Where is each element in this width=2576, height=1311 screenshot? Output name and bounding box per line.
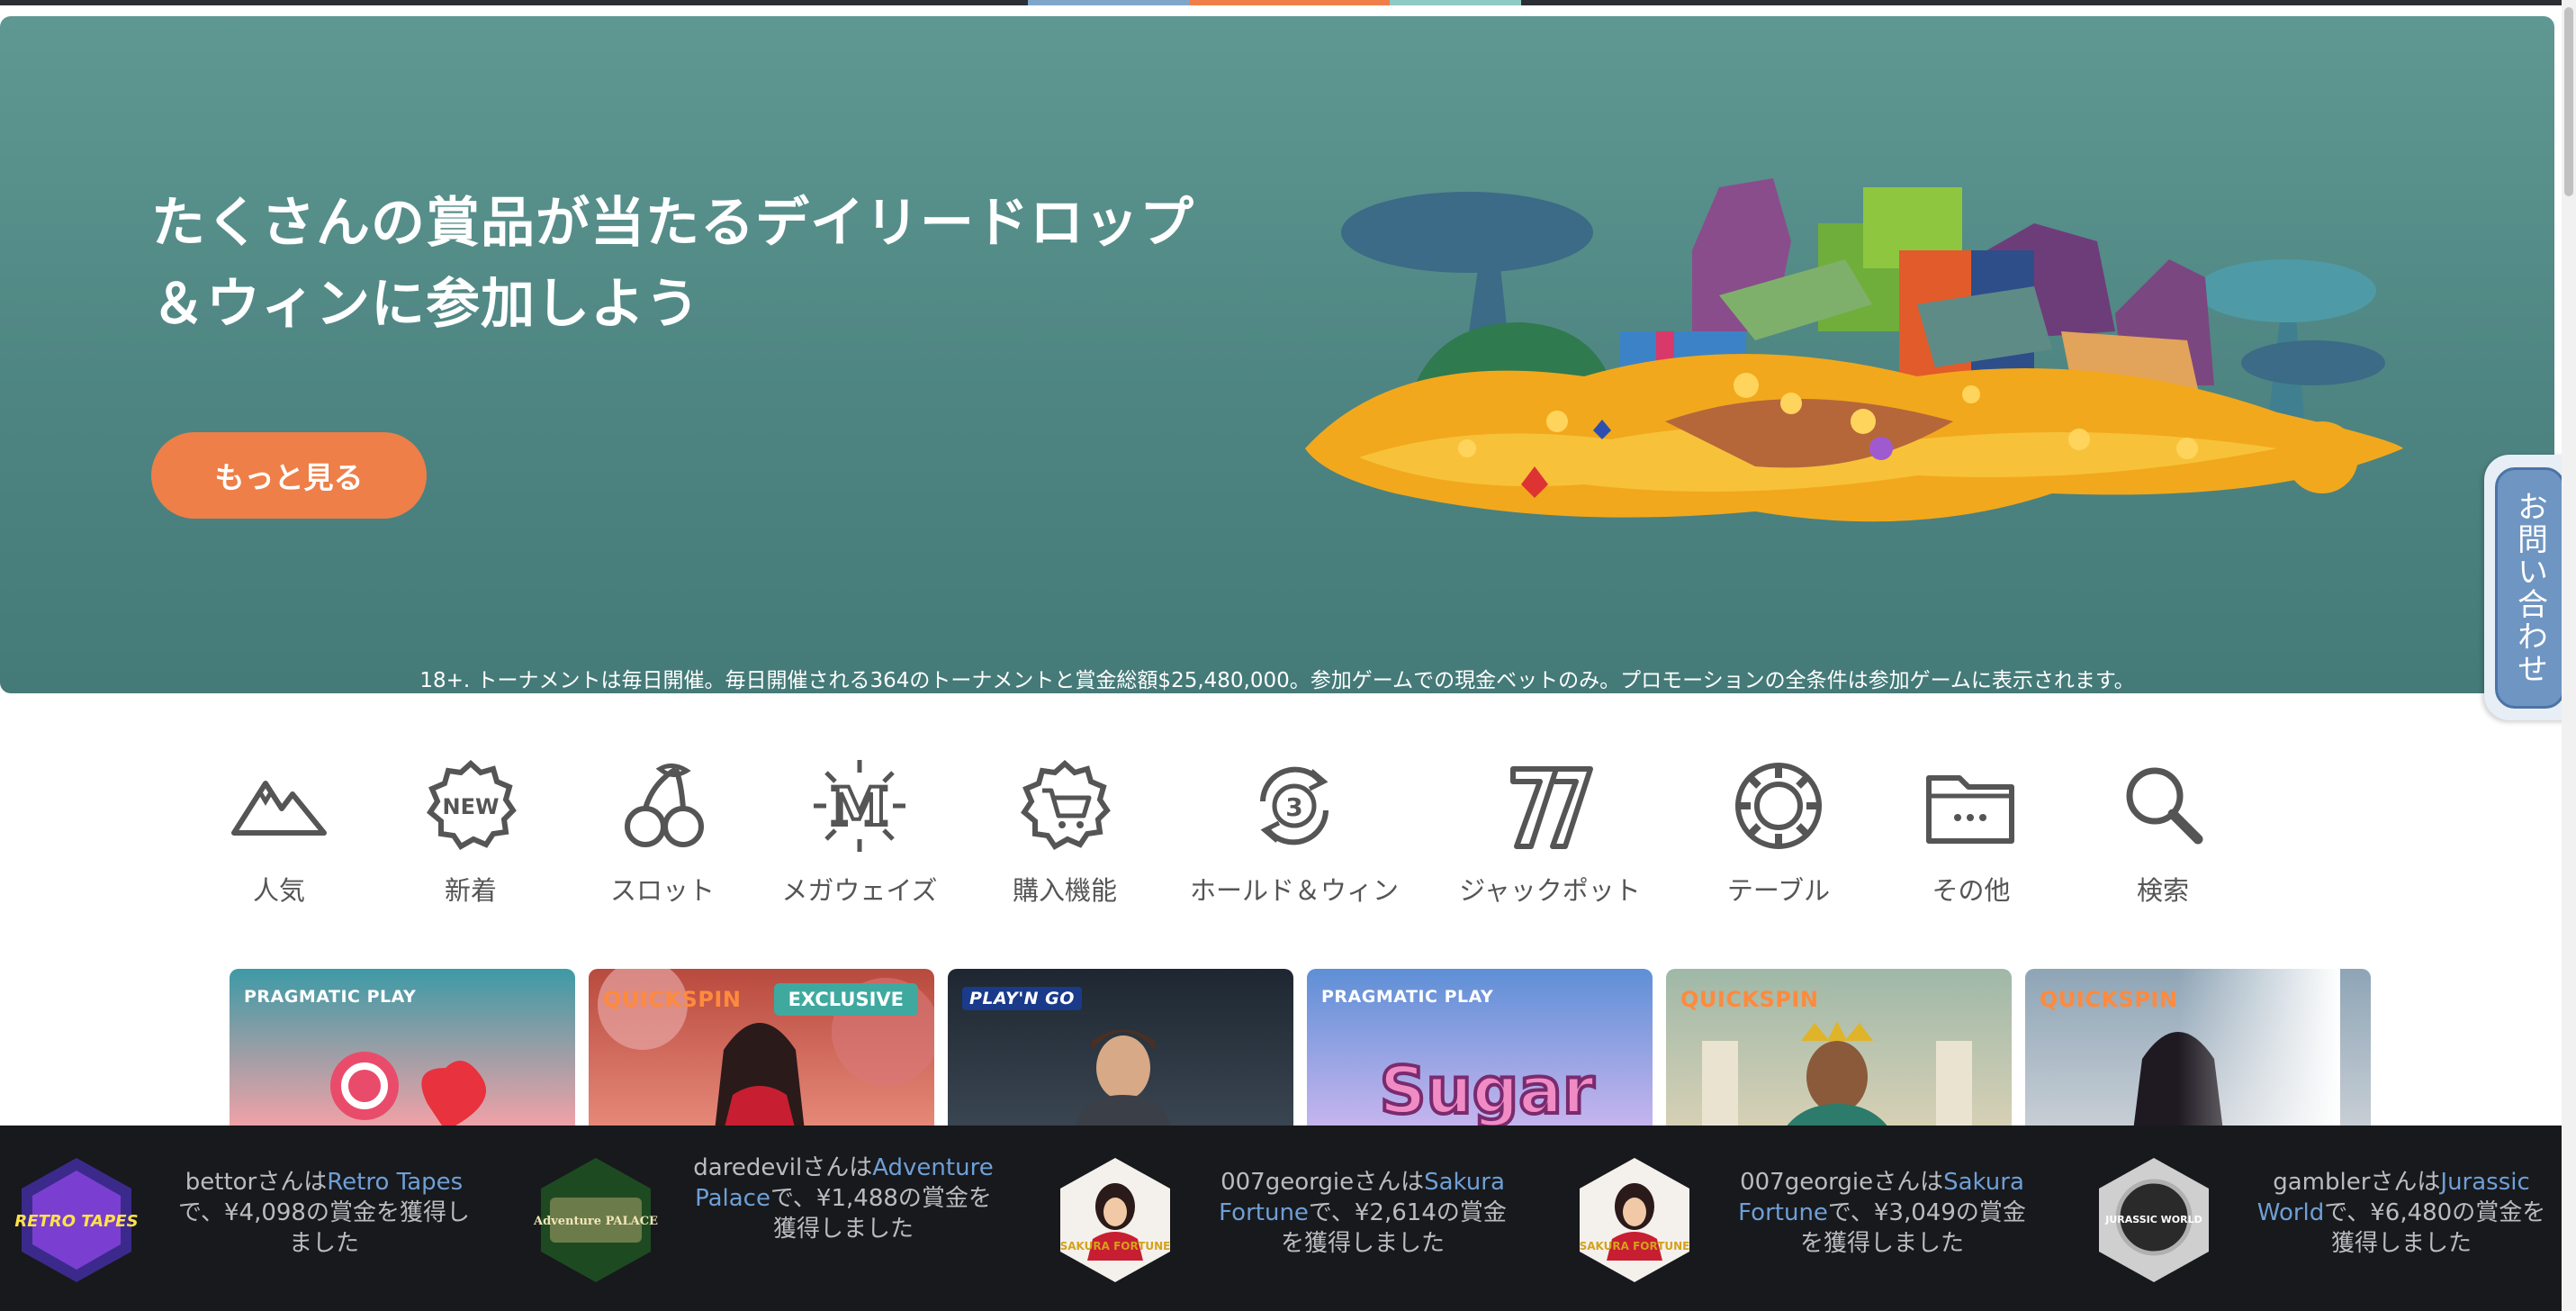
mountain-icon <box>231 781 327 836</box>
category-label: 購入機能 <box>1012 875 1117 906</box>
winners-ticker: RETRO TAPES bettorさんはRetro Tapesで、¥4,098… <box>0 1126 2562 1311</box>
chip-icon <box>1735 763 1822 849</box>
exclusive-badge: EXCLUSIVE <box>773 983 918 1016</box>
new-badge-icon: NEW <box>427 759 517 850</box>
game-card[interactable]: PRAGMATIC PLAY <box>230 969 575 1131</box>
category-slots[interactable]: スロット <box>563 747 761 909</box>
jackpot-seven-icon <box>1510 766 1593 849</box>
see-more-button[interactable]: もっと見る <box>151 432 427 519</box>
category-nav: 人気 NEW 新着 スロット M メガウェイズ 購入機能 3 ホールド＆ウィン … <box>189 747 2349 909</box>
category-label: ジャックポット <box>1459 875 1641 906</box>
carousel-fade <box>2178 954 2340 1135</box>
hold-win-icon: 3 <box>1260 766 1329 845</box>
winner-item[interactable]: SAKURA FORTUNE 007georgieさんはSakura Fortu… <box>1567 1126 2089 1311</box>
category-search[interactable]: 検索 <box>2064 747 2262 909</box>
category-label: 検索 <box>2136 875 2189 906</box>
winner-pre: さんは <box>257 1169 328 1196</box>
category-popular[interactable]: 人気 <box>180 747 378 909</box>
winner-text: gamblerさんはJurassic Worldで、¥6,480の賞金を獲得しま… <box>2248 1167 2554 1259</box>
game-thumb-retro-tapes: RETRO TAPES <box>14 1158 139 1282</box>
treasure-pile-illustration <box>1305 178 2403 522</box>
winner-text: daredevilさんはAdventure Palaceで、¥1,488の賞金を… <box>690 1153 996 1244</box>
svg-text:NEW: NEW <box>443 794 500 819</box>
winner-item[interactable]: RETRO TAPES bettorさんはRetro Tapes で、¥4,098… <box>9 1126 531 1311</box>
hero-title: たくさんの賞品が当たるデイリードロップ ＆ウィンに参加しよう <box>151 183 1321 345</box>
category-jackpot[interactable]: ジャックポット <box>1451 747 1649 909</box>
winner-post: で、¥3,049の賞金を獲得しました <box>1799 1199 2026 1257</box>
category-label: メガウェイズ <box>781 875 938 906</box>
game-provider: PRAGMATIC PLAY <box>244 987 417 1007</box>
game-provider: QUICKSPIN <box>603 987 742 1012</box>
winner-pre: さんは <box>802 1154 873 1181</box>
game-thumb-sakura-fortune: SAKURA FORTUNE <box>1060 1158 1171 1282</box>
search-icon <box>2126 767 2203 845</box>
winner-game-link[interactable]: Retro Tapes <box>327 1169 463 1196</box>
page-scrollbar[interactable] <box>2562 0 2576 1311</box>
winner-post: で、¥2,614の賞金を獲得しました <box>1280 1199 1507 1257</box>
winner-user: bettor <box>185 1169 257 1196</box>
winner-text: 007georgieさんはSakura Fortuneで、¥2,614の賞金を獲… <box>1210 1167 1516 1259</box>
winner-user: 007georgie <box>1220 1169 1355 1196</box>
megaways-icon: M <box>814 760 905 852</box>
winner-post: で、¥1,488の賞金を獲得しました <box>770 1185 992 1243</box>
category-table[interactable]: テーブル <box>1680 747 1878 909</box>
game-provider: QUICKSPIN <box>2040 987 2178 1012</box>
game-card[interactable]: QUICKSPIN EXCLUSIVE <box>589 969 934 1131</box>
hero-disclaimer: 18+. トーナメントは毎日開催。毎日開催される364のトーナメントと賞金総額$… <box>419 669 2135 692</box>
category-label: ホールド＆ウィン <box>1190 875 1400 906</box>
category-new[interactable]: NEW 新着 <box>372 747 570 909</box>
category-buy-feature[interactable]: 購入機能 <box>966 747 1164 909</box>
game-thumb-jurassic-world: JURASSIC WORLD <box>2099 1158 2209 1282</box>
thumb-label: SAKURA FORTUNE <box>1060 1240 1171 1252</box>
winner-user: gambler <box>2273 1169 2371 1196</box>
winner-text: 007georgieさんはSakura Fortuneで、¥3,049の賞金を獲… <box>1729 1167 2035 1259</box>
category-label: スロット <box>609 875 715 906</box>
hero-title-line2: ＆ウィンに参加しよう <box>151 273 700 336</box>
winner-post: で、¥4,098の賞金を獲得しました <box>178 1199 470 1257</box>
thumb-label: SAKURA FORTUNE <box>1580 1240 1690 1252</box>
winner-post: で、¥6,480の賞金を獲得しました <box>2324 1199 2546 1257</box>
game-card[interactable]: QUICKSPIN <box>1666 969 2012 1131</box>
winner-item[interactable]: SAKURA FORTUNE 007georgieさんはSakura Fortu… <box>1048 1126 1570 1311</box>
category-label: 人気 <box>252 875 305 906</box>
winner-pre: さんは <box>2370 1169 2441 1196</box>
winner-user: daredevil <box>693 1154 803 1181</box>
winner-item[interactable]: JURASSIC WORLD gamblerさんはJurassic Worldで… <box>2086 1126 2576 1311</box>
winner-text: bettorさんはRetro Tapes で、¥4,098の賞金を獲得しました <box>171 1167 477 1259</box>
hero-banner[interactable]: たくさんの賞品が当たるデイリードロップ ＆ウィンに参加しよう もっと見る 18+… <box>0 16 2554 693</box>
winner-pre: さんは <box>1354 1169 1425 1196</box>
category-other[interactable]: その他 <box>1872 747 2070 909</box>
category-label: テーブル <box>1726 875 1831 906</box>
game-title-sugar: Sugar <box>1380 1053 1595 1128</box>
winner-user: 007georgie <box>1740 1169 1874 1196</box>
winner-pre: さんは <box>1873 1169 1944 1196</box>
game-carousel: PRAGMATIC PLAY QUICKSPIN EXCLUSIVE PLAY'… <box>230 969 2371 1131</box>
game-thumb-sakura-fortune: SAKURA FORTUNE <box>1580 1158 1690 1282</box>
folder-icon <box>1926 775 2014 844</box>
game-card[interactable]: Sugar PRAGMATIC PLAY <box>1307 969 1653 1131</box>
thumb-label: RETRO TAPES <box>14 1212 138 1231</box>
cart-badge-icon <box>1021 759 1111 850</box>
category-label: その他 <box>1932 875 2011 906</box>
winner-item[interactable]: Adventure PALACE daredevilさんはAdventure P… <box>528 1126 1050 1311</box>
game-provider: QUICKSPIN <box>1680 987 1819 1012</box>
svg-text:M: M <box>831 776 888 837</box>
cherry-icon <box>625 764 704 847</box>
svg-text:3: 3 <box>1285 792 1302 822</box>
contact-label: お問い合わせ <box>2511 491 2548 685</box>
game-provider: PRAGMATIC PLAY <box>1321 987 1494 1007</box>
game-card[interactable]: PLAY'N GO <box>948 969 1293 1131</box>
category-megaways[interactable]: M メガウェイズ <box>761 747 959 909</box>
thumb-label: JURASSIC WORLD <box>2104 1214 2202 1225</box>
thumb-label: Adventure PALACE <box>533 1215 658 1228</box>
top-color-strip <box>0 0 2576 5</box>
scrollbar-thumb[interactable] <box>2564 7 2573 196</box>
category-hold-and-win[interactable]: 3 ホールド＆ウィン <box>1190 747 1399 909</box>
hero-title-line1: たくさんの賞品が当たるデイリードロップ <box>151 192 1194 255</box>
game-thumb-adventure-palace: Adventure PALACE <box>533 1158 658 1282</box>
contact-button[interactable]: お問い合わせ <box>2495 467 2565 709</box>
category-label: 新着 <box>444 875 497 906</box>
game-provider: PLAY'N GO <box>962 987 1082 1010</box>
